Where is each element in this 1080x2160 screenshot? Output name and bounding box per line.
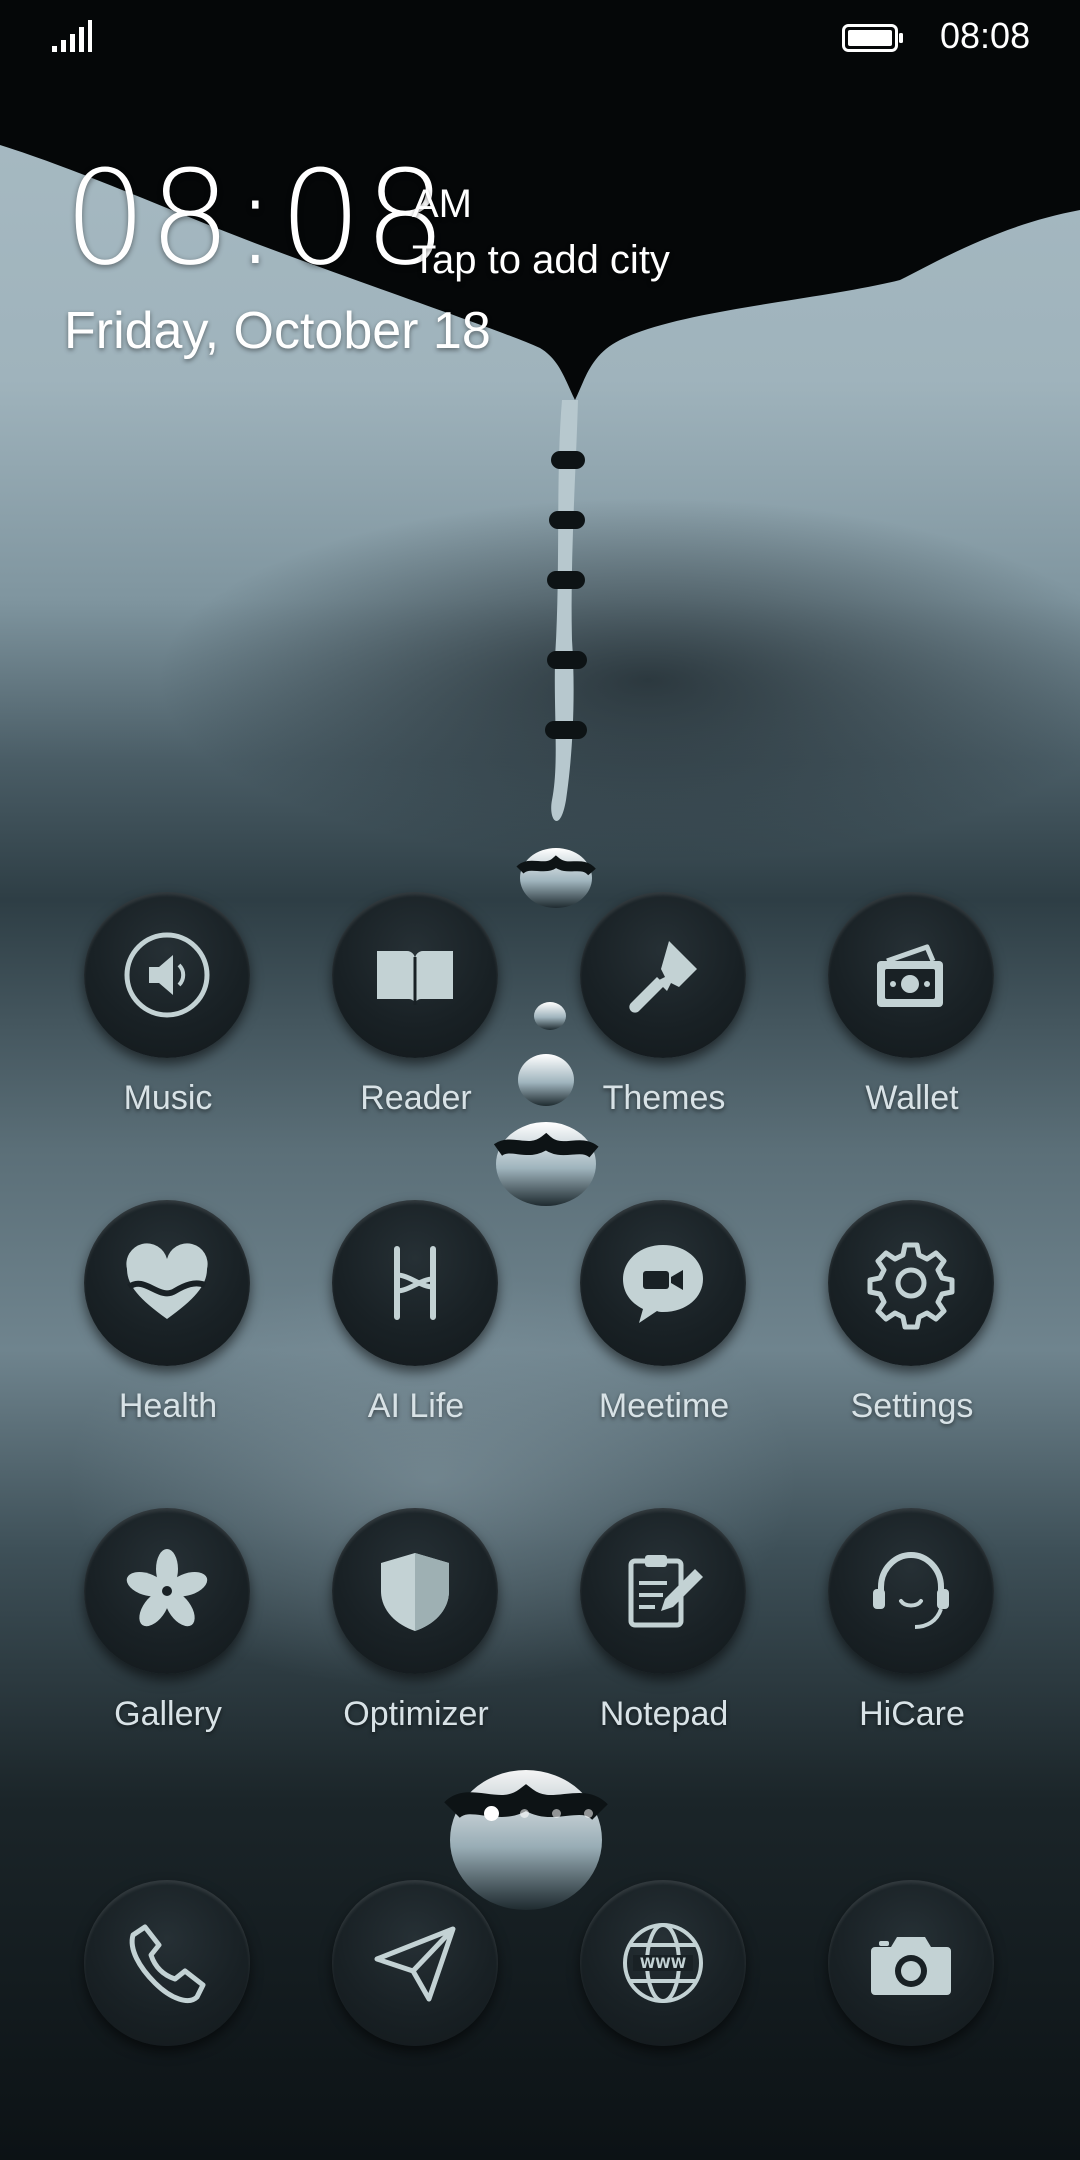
clock-ampm: AM [412,182,472,226]
app-notepad[interactable]: Notepad [540,1508,788,1768]
app-icon-button[interactable] [84,1200,250,1366]
ai-life-icon [394,1246,436,1320]
app-icon-button[interactable] [332,1508,498,1674]
app-icon-button[interactable] [580,892,746,1058]
home-screen[interactable]: 08:08 08:08 AM Tap to add city Friday, O… [0,0,1080,2160]
app-label: Music [123,1079,213,1117]
app-label: Optimizer [343,1695,489,1733]
app-meetime[interactable]: Meetime [540,1200,788,1460]
send-icon [374,1926,456,2002]
app-label: Health [118,1387,218,1425]
app-reader[interactable]: Reader [292,892,540,1152]
app-optimizer[interactable]: Optimizer [292,1508,540,1768]
app-health[interactable]: Health [44,1200,292,1460]
app-label: Meetime [598,1387,730,1425]
app-label: AI Life [367,1387,465,1425]
app-icon-button[interactable] [828,892,994,1058]
flower-icon [126,1549,208,1627]
app-icon-button[interactable]: WWW [580,1880,746,2046]
app-wallet[interactable]: Wallet [788,892,1036,1152]
camera-icon [871,1937,951,1995]
app-label: Notepad [599,1695,729,1733]
app-hicare[interactable]: HiCare [788,1508,1036,1768]
app-themes[interactable]: Themes [540,892,788,1152]
headset-icon [873,1551,949,1629]
app-ai-life[interactable]: AI Life [292,1200,540,1460]
dock-messages[interactable] [292,1880,540,2140]
signal-icon [52,20,92,52]
app-icon-button[interactable] [84,892,250,1058]
page-dot-4 [584,1809,593,1818]
clock-date[interactable]: Friday, October 18 [64,302,491,360]
app-label: Reader [360,1079,472,1117]
app-gallery[interactable]: Gallery [44,1508,292,1768]
status-bar: 08:08 [0,0,1080,76]
app-icon-button[interactable] [828,1508,994,1674]
dock-camera[interactable] [788,1880,1036,2140]
heart-icon [126,1243,208,1319]
app-icon-button[interactable] [84,1880,250,2046]
paintbrush-icon [629,941,697,1013]
page-dot-1 [484,1806,499,1821]
globe-icon: WWW [623,1923,703,2003]
app-icon-button[interactable] [580,1200,746,1366]
page-dot-2 [520,1809,529,1818]
app-label: Settings [850,1387,974,1425]
app-icon-button[interactable] [332,1880,498,2046]
page-dot-3 [552,1809,561,1818]
dock-phone[interactable] [44,1880,292,2140]
app-music[interactable]: Music [44,892,292,1152]
svg-text:WWW: WWW [640,1956,686,1972]
video-chat-icon [623,1245,703,1323]
app-label: Gallery [114,1695,222,1733]
shield-icon [381,1553,449,1631]
battery-icon [842,24,903,52]
app-icon-button[interactable] [580,1508,746,1674]
app-label: Themes [602,1079,726,1117]
gear-icon [867,1242,955,1330]
app-icon-button[interactable] [84,1508,250,1674]
speaker-icon [124,932,210,1018]
app-settings[interactable]: Settings [788,1200,1036,1460]
clock-time[interactable]: 08:08 [64,148,449,288]
add-city-prompt[interactable]: Tap to add city [412,238,670,282]
notepad-icon [628,1555,703,1628]
app-label: HiCare [859,1695,965,1733]
app-icon-button[interactable] [332,892,498,1058]
app-icon-button[interactable] [828,1200,994,1366]
wallet-icon [877,944,943,1007]
page-indicator[interactable] [480,1804,600,1824]
phone-icon [129,1924,206,2003]
status-time: 08:08 [940,15,1031,56]
book-icon [377,951,453,1005]
app-icon-button[interactable] [332,1200,498,1366]
dock-browser[interactable]: WWW [540,1880,788,2140]
app-icon-button[interactable] [828,1880,994,2046]
app-label: Wallet [865,1079,959,1117]
